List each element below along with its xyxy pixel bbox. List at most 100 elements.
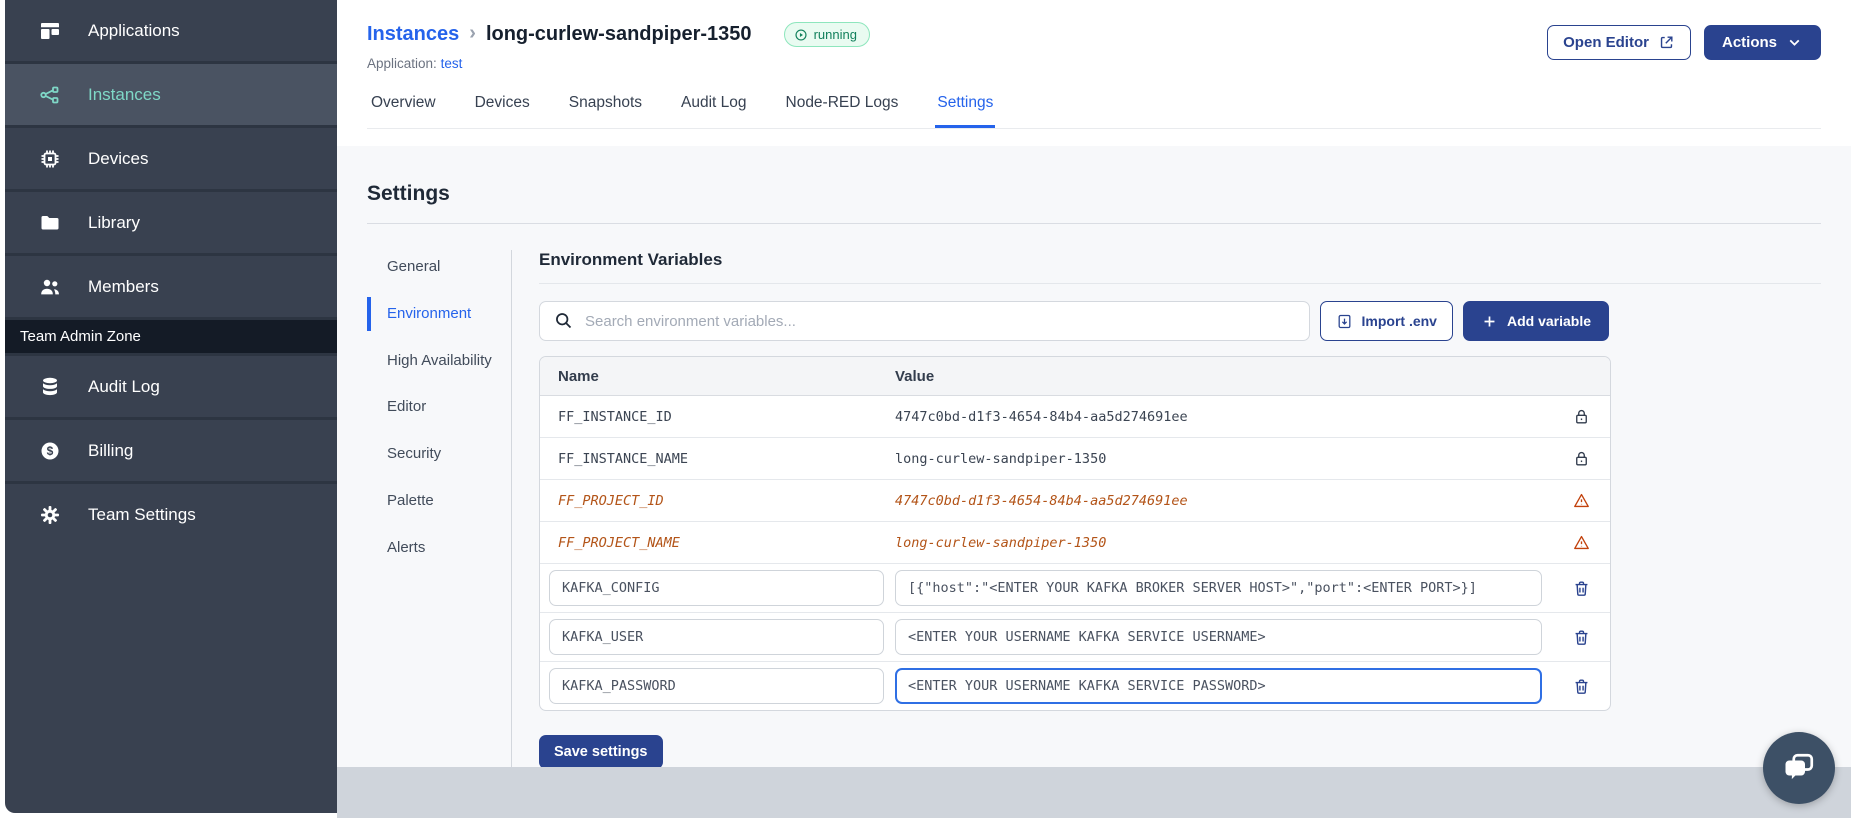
trash-icon [1575,678,1587,694]
settings-nav: General Environment High Availability Ed… [367,250,499,770]
tab-devices[interactable]: Devices [473,88,532,128]
breadcrumb-instances-link[interactable]: Instances [367,23,459,46]
sidebar-item-label: Members [88,276,159,296]
sidebar-item-instances[interactable]: Instances [5,61,337,125]
sidebar-item-label: Instances [88,84,161,104]
table-row: FF_PROJECT_ID 4747c0bd-d1f3-4654-84b4-aa… [540,480,1610,522]
play-circle-icon [795,28,807,41]
env-value-input-focused[interactable] [895,668,1542,704]
settings-nav-editor[interactable]: Editor [367,390,499,424]
breadcrumb-chevron-icon: › [469,21,476,44]
delete-variable-button[interactable] [1552,579,1610,598]
sidebar-item-label: Team Settings [88,504,196,524]
settings-nav-security[interactable]: Security [367,437,499,471]
table-row [540,613,1610,662]
table-row [540,564,1610,613]
open-editor-label: Open Editor [1563,34,1649,51]
sidebar-item-audit-log[interactable]: Audit Log [5,353,337,417]
import-env-button[interactable]: Import .env [1319,301,1453,341]
sidebar-section-label: Team Admin Zone [20,328,141,345]
delete-variable-button[interactable] [1552,628,1610,647]
lock-icon [1575,409,1587,424]
chat-widget-button[interactable] [1763,732,1835,804]
application-label: Application: [367,56,437,71]
env-variables-table: Name Value FF_INSTANCE_ID 4747c0bd-d1f3-… [539,356,1611,711]
search-input[interactable] [539,301,1310,341]
table-row [540,662,1610,710]
warning-icon [1573,535,1589,550]
env-name-input[interactable] [549,668,884,704]
env-name-input[interactable] [549,619,884,655]
env-var-name: FF_INSTANCE_ID [558,408,672,425]
sidebar-item-label: Billing [88,440,134,460]
table-row: FF_INSTANCE_NAME long-curlew-sandpiper-1… [540,438,1610,480]
status-label: running [813,27,857,42]
env-var-name: FF_INSTANCE_NAME [558,450,689,467]
warning-icon [1573,493,1589,508]
settings-nav-high-availability[interactable]: High Availability [367,344,499,378]
import-env-label: Import .env [1361,313,1437,329]
search-icon [556,313,572,329]
trash-icon [1575,629,1587,645]
sidebar-item-library[interactable]: Library [5,189,337,253]
chevron-down-icon [1789,39,1800,46]
delete-variable-button[interactable] [1552,677,1610,696]
settings-content: Settings General Environment High Availa… [337,146,1851,770]
settings-nav-palette[interactable]: Palette [367,484,499,518]
instance-name: long-curlew-sandpiper-1350 [485,23,752,45]
page-title: Settings [367,182,450,205]
env-var-value: long-curlew-sandpiper-1350 [895,450,1107,467]
billing-dollar-icon: $ [38,439,62,463]
footer-band [337,767,1851,818]
settings-nav-alerts[interactable]: Alerts [367,531,499,565]
open-editor-button[interactable]: Open Editor [1547,25,1691,60]
env-name-input[interactable] [549,570,884,606]
trash-icon [1575,580,1587,596]
sidebar-item-applications[interactable]: Applications [5,0,337,61]
settings-nav-environment[interactable]: Environment [367,296,499,331]
sidebar-item-label: Audit Log [88,376,160,396]
table-header: Name Value [540,357,1610,396]
devices-icon [38,147,62,171]
section-title: Environment Variables [539,250,1821,284]
add-variable-button[interactable]: Add variable [1462,301,1609,341]
tab-overview[interactable]: Overview [369,88,438,128]
tab-settings[interactable]: Settings [935,88,996,128]
table-row: FF_PROJECT_NAME long-curlew-sandpiper-13… [540,522,1610,564]
save-settings-button[interactable]: Save settings [539,735,663,769]
sidebar: Applications Instances Devices Library M… [5,0,337,813]
env-var-name: FF_PROJECT_NAME [558,534,680,551]
audit-log-database-icon [38,375,62,399]
lock-icon [1575,451,1587,466]
column-header-value: Value [895,367,935,385]
table-row: FF_INSTANCE_ID 4747c0bd-d1f3-4654-84b4-a… [540,396,1610,438]
instances-icon [38,83,62,107]
instance-tabs: Overview Devices Snapshots Audit Log Nod… [367,88,1821,129]
sidebar-item-label: Devices [88,148,149,168]
tab-node-red-logs[interactable]: Node-RED Logs [784,88,901,128]
sidebar-item-devices[interactable]: Devices [5,125,337,189]
env-var-name: FF_PROJECT_ID [558,492,664,509]
actions-button[interactable]: Actions [1703,25,1821,60]
add-variable-label: Add variable [1506,313,1591,329]
tab-snapshots[interactable]: Snapshots [567,88,644,128]
sidebar-item-team-settings[interactable]: Team Settings [5,481,337,545]
env-var-value: 4747c0bd-d1f3-4654-84b4-aa5d274691ee [895,408,1188,425]
plus-icon [1484,316,1495,326]
env-value-input[interactable] [895,619,1542,655]
header-actions: Open Editor Actions [1547,25,1821,60]
import-document-icon [1338,314,1350,328]
application-link[interactable]: test [441,56,463,71]
svg-text:$: $ [47,444,54,458]
env-var-value: 4747c0bd-d1f3-4654-84b4-aa5d274691ee [895,492,1188,509]
env-toolbar: Import .env Add variable [539,301,1609,341]
sidebar-item-members[interactable]: Members [5,253,337,317]
sidebar-section-team-admin-zone: Team Admin Zone [5,317,337,353]
external-link-icon [1660,36,1673,49]
tab-audit-log[interactable]: Audit Log [679,88,749,128]
applications-icon [38,19,62,43]
settings-nav-general[interactable]: General [367,250,499,284]
sidebar-item-label: Applications [88,20,180,40]
sidebar-item-billing[interactable]: $ Billing [5,417,337,481]
env-value-input[interactable] [895,570,1542,606]
